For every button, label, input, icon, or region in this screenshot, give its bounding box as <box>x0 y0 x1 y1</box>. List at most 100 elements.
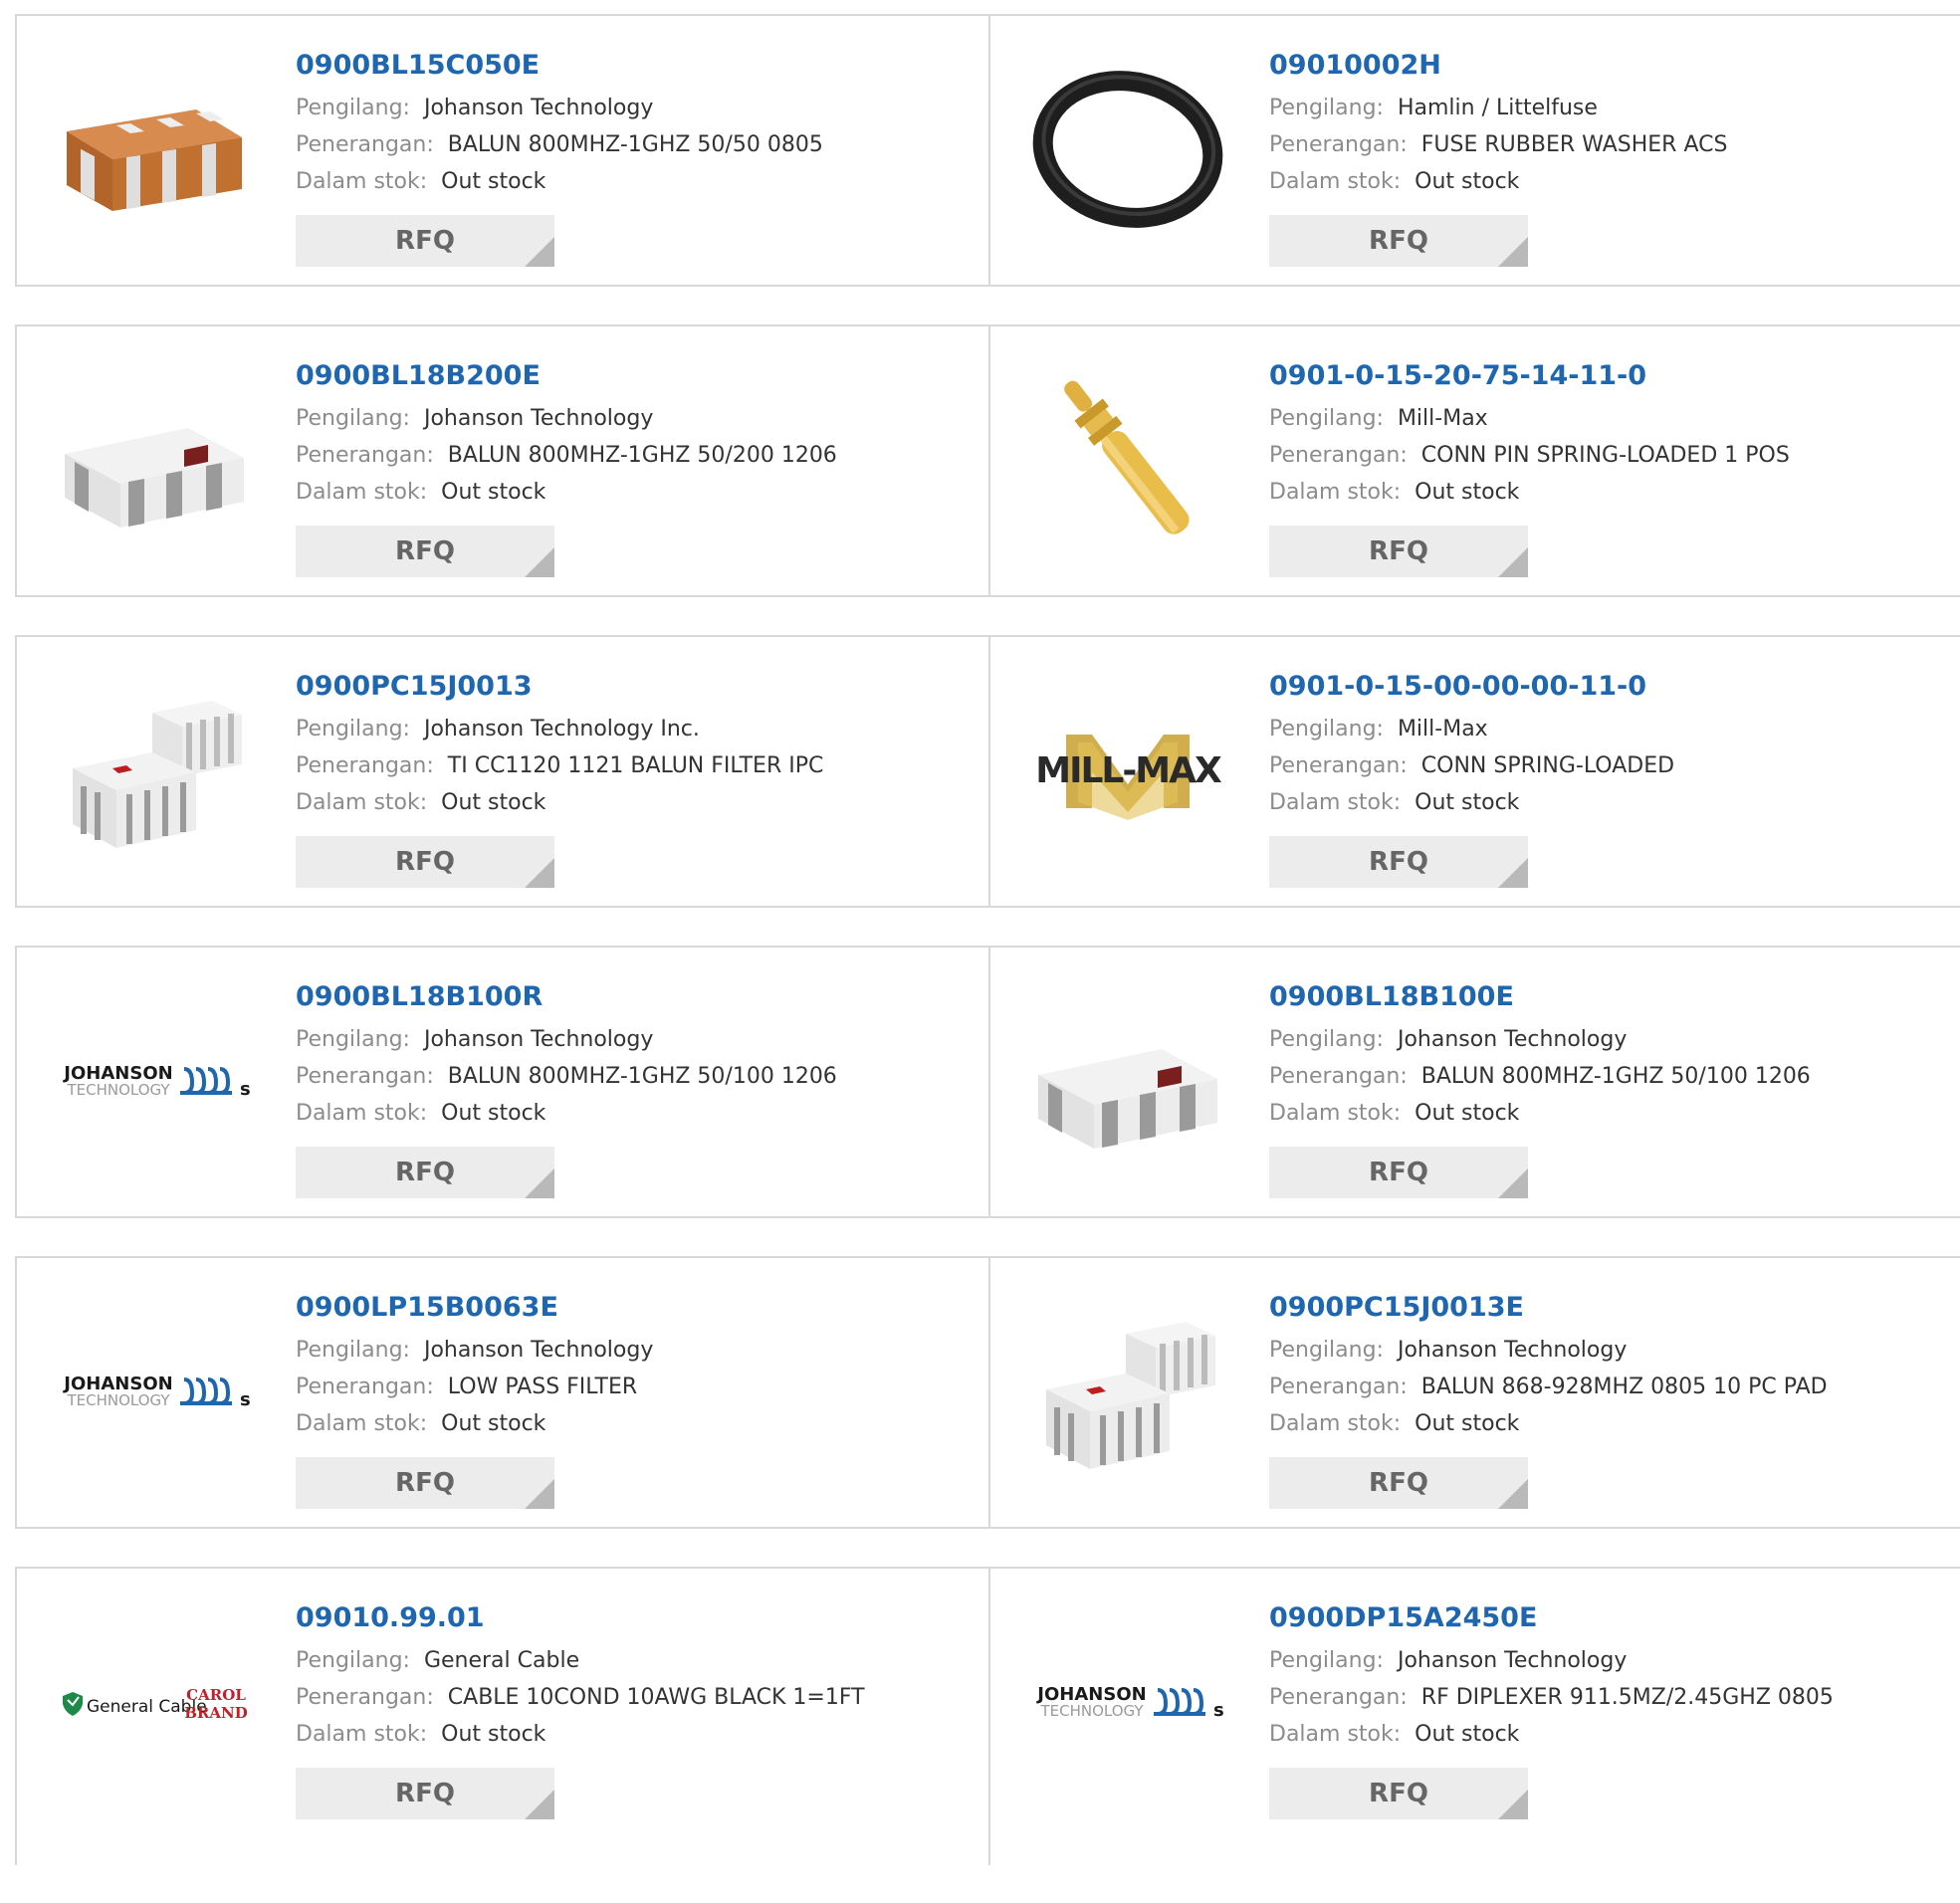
product-info: 0900BL18B100E Pengilang: Johanson Technol… <box>1269 977 1811 1132</box>
part-number-link[interactable]: 0900BL18B100R <box>296 977 837 1017</box>
manufacturer-value: Johanson Technology <box>423 1027 654 1052</box>
stock-value: Out stock <box>1415 1722 1520 1747</box>
stock-label: Dalam stok: <box>296 1411 428 1436</box>
rfq-button[interactable]: RFQ <box>296 1147 554 1198</box>
rfq-label: RFQ <box>395 1158 455 1187</box>
svg-text:s: s <box>240 1389 251 1410</box>
description-label: Penerangan: <box>1269 753 1408 778</box>
rfq-button[interactable]: RFQ <box>1269 526 1528 577</box>
part-number-link[interactable]: 0901-0-15-20-75-14-11-0 <box>1269 356 1790 396</box>
johanson-logo-subtext: TECHNOLOGY <box>1039 1702 1144 1720</box>
manufacturer-label: Pengilang: <box>296 406 410 431</box>
product-info: 09010002H Pengilang: Hamlin / Littelfuse … <box>1269 46 1727 200</box>
part-number-link[interactable]: 0900LP15B0063E <box>296 1288 653 1328</box>
part-number-link[interactable]: 09010002H <box>1269 46 1727 86</box>
manufacturer-value: Johanson Technology <box>423 96 654 120</box>
product-row: 0900BL18B200E Pengilang: Johanson Technol… <box>15 324 1960 597</box>
rfq-button[interactable]: RFQ <box>296 1768 554 1819</box>
product-row: 0900BL15C050E Pengilang: Johanson Technol… <box>15 14 1960 287</box>
rfq-button[interactable]: RFQ <box>296 526 554 577</box>
description-value: LOW PASS FILTER <box>447 1374 638 1399</box>
description-value: BALUN 800MHZ-1GHZ 50/50 0805 <box>447 132 823 157</box>
rfq-button[interactable]: RFQ <box>1269 1457 1528 1509</box>
stock-value: Out stock <box>1415 169 1520 194</box>
rfq-button[interactable]: RFQ <box>296 1457 554 1509</box>
johanson-logo-subtext: TECHNOLOGY <box>66 1081 170 1099</box>
rfq-button[interactable]: RFQ <box>296 215 554 267</box>
description-value: BALUN 800MHZ-1GHZ 50/100 1206 <box>447 1064 837 1089</box>
stock-value: Out stock <box>441 480 546 505</box>
part-number-link[interactable]: 09010.99.01 <box>296 1598 865 1638</box>
orange-balun-chip-icon[interactable] <box>57 52 252 247</box>
rfq-button[interactable]: RFQ <box>1269 215 1528 267</box>
white-balun-chip-icon[interactable] <box>1030 983 1225 1178</box>
rfq-label: RFQ <box>1369 226 1428 256</box>
spring-pin-icon[interactable] <box>1030 362 1225 557</box>
rfq-label: RFQ <box>395 847 455 877</box>
manufacturer-label: Pengilang: <box>1269 406 1384 431</box>
product-info: 0900PC15J0013 Pengilang: Johanson Technol… <box>296 667 823 821</box>
manufacturer-label: Pengilang: <box>1269 1338 1384 1363</box>
part-number-link[interactable]: 0900DP15A2450E <box>1269 1598 1834 1638</box>
part-number-link[interactable]: 0900BL15C050E <box>296 46 823 86</box>
part-number-link[interactable]: 0901-0-15-00-00-00-11-0 <box>1269 667 1674 707</box>
svg-text:s: s <box>1213 1700 1224 1721</box>
stock-label: Dalam stok: <box>1269 1722 1402 1747</box>
description-value: TI CC1120 1121 BALUN FILTER IPC <box>447 753 824 778</box>
description-label: Penerangan: <box>1269 1064 1408 1089</box>
part-number-link[interactable]: 0900PC15J0013 <box>296 667 823 707</box>
stock-value: Out stock <box>441 1411 546 1436</box>
corner-triangle-icon <box>1498 1790 1528 1819</box>
product-card: MILL-MAX 0901-0-15-00-00-00-11-0 Pengila… <box>988 637 1960 906</box>
product-info: 0900BL15C050E Pengilang: Johanson Technol… <box>296 46 823 200</box>
stock-value: Out stock <box>1415 1101 1520 1126</box>
balun-filter-pair-icon[interactable] <box>1030 1294 1225 1489</box>
description-value: BALUN 800MHZ-1GHZ 50/200 1206 <box>447 443 837 468</box>
product-card: General Cable CAROL BRAND 09010.99.01 Pe… <box>17 1569 988 1865</box>
corner-triangle-icon <box>1498 547 1528 577</box>
description-value: RF DIPLEXER 911.5MZ/2.45GHZ 0805 <box>1420 1685 1834 1710</box>
rfq-button[interactable]: RFQ <box>1269 1147 1528 1198</box>
johanson-logo[interactable]: JOHANSON TECHNOLOGY s <box>57 983 252 1178</box>
rfq-button[interactable]: RFQ <box>296 836 554 888</box>
part-number-link[interactable]: 0900BL18B200E <box>296 356 837 396</box>
product-info: 0900DP15A2450E Pengilang: Johanson Techno… <box>1269 1598 1834 1753</box>
rfq-label: RFQ <box>1369 1468 1428 1498</box>
manufacturer-value: Johanson Technology <box>1397 1648 1628 1673</box>
svg-text:CAROL: CAROL <box>186 1686 246 1704</box>
stock-value: Out stock <box>1415 1411 1520 1436</box>
stock-label: Dalam stok: <box>1269 169 1402 194</box>
rfq-label: RFQ <box>1369 1158 1428 1187</box>
rfq-label: RFQ <box>1369 536 1428 566</box>
corner-triangle-icon <box>1498 1479 1528 1509</box>
manufacturer-value: Mill-Max <box>1397 406 1488 431</box>
product-card: 0900BL15C050E Pengilang: Johanson Technol… <box>17 16 988 285</box>
part-number-link[interactable]: 0900BL18B100E <box>1269 977 1811 1017</box>
stock-label: Dalam stok: <box>1269 790 1402 815</box>
description-label: Penerangan: <box>296 132 434 157</box>
svg-text:BRAND: BRAND <box>184 1704 248 1722</box>
johanson-logo[interactable]: JOHANSON TECHNOLOGY s <box>1030 1604 1225 1799</box>
product-card: 0900BL18B100E Pengilang: Johanson Technol… <box>988 948 1960 1216</box>
johanson-logo[interactable]: JOHANSON TECHNOLOGY s <box>57 1294 252 1489</box>
product-card: 0900PC15J0013 Pengilang: Johanson Technol… <box>17 637 988 906</box>
part-number-link[interactable]: 0900PC15J0013E <box>1269 1288 1828 1328</box>
general-cable-logo[interactable]: General Cable CAROL BRAND <box>57 1604 252 1799</box>
mill-max-logo[interactable]: MILL-MAX <box>1030 673 1225 868</box>
product-info: 0900PC15J0013E Pengilang: Johanson Techno… <box>1269 1288 1828 1442</box>
product-card: 0900PC15J0013E Pengilang: Johanson Techno… <box>988 1258 1960 1527</box>
rfq-button[interactable]: RFQ <box>1269 1768 1528 1819</box>
description-value: CONN SPRING-LOADED <box>1420 753 1675 778</box>
rubber-washer-icon[interactable] <box>1030 52 1225 247</box>
product-row: JOHANSON TECHNOLOGY s 0900BL18B100R Peng… <box>15 946 1960 1218</box>
balun-filter-pair-icon[interactable] <box>57 673 252 868</box>
stock-value: Out stock <box>1415 790 1520 815</box>
description-label: Penerangan: <box>1269 443 1408 468</box>
rfq-button[interactable]: RFQ <box>1269 836 1528 888</box>
manufacturer-value: Johanson Technology Inc. <box>423 717 700 741</box>
corner-triangle-icon <box>525 858 554 888</box>
product-card: 09010002H Pengilang: Hamlin / Littelfuse … <box>988 16 1960 285</box>
description-label: Penerangan: <box>296 1064 434 1089</box>
white-balun-chip-icon[interactable] <box>57 362 252 557</box>
stock-label: Dalam stok: <box>296 1722 428 1747</box>
